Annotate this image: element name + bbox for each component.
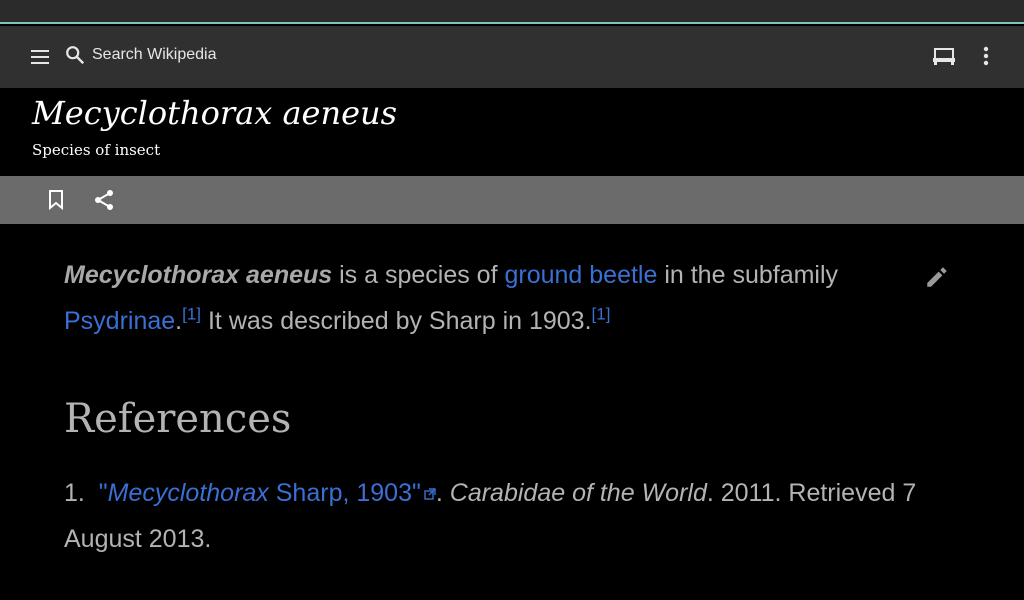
article-action-bar [0,176,1024,224]
quote-mark: " [411,479,421,507]
reference-link-text: Sharp, 1903 [268,479,412,507]
body-text: is a species of [332,261,505,289]
external-link-icon [424,488,436,501]
reference-link-italic: Mecyclothorax [107,479,269,507]
save-bookmark-button[interactable] [40,188,72,212]
lead-paragraph: Mecyclothorax aeneus is a species of gro… [64,252,924,344]
status-bar [0,0,1024,24]
share-button[interactable] [88,188,120,212]
article-body: Mecyclothorax aeneus is a species of gro… [64,252,964,344]
quote-mark: " [98,479,108,507]
reference-number: 1. [64,479,85,507]
references-heading: References [64,396,292,442]
references-list: 1. "Mecyclothorax Sharp, 1903". Carabida… [64,470,944,562]
page-description: Species of insect [32,141,161,159]
share-icon [95,190,113,210]
page-title: Mecyclothorax aeneus [32,94,398,132]
menu-button[interactable] [22,44,58,70]
article-subject: Mecyclothorax aeneus [64,261,333,289]
reference-source: Carabidae of the World [449,479,707,507]
link-psydrinae[interactable]: Psydrinae [64,307,175,335]
citation-link[interactable]: [1] [592,305,611,324]
bookmark-icon [49,190,63,210]
article-header: Mecyclothorax aeneus Species of insect [0,88,1024,176]
reading-lists-button[interactable] [928,42,960,70]
link-ground-beetle[interactable]: ground beetle [504,261,657,289]
reading-lists-icon [933,48,955,65]
hamburger-menu-icon [31,50,49,64]
reference-item: 1. "Mecyclothorax Sharp, 1903". Carabida… [64,470,944,562]
search-icon[interactable] [64,44,86,66]
body-text: in the subfamily [657,261,839,289]
top-toolbar: Search Wikipedia [0,26,1024,88]
citation-link[interactable]: [1] [182,305,201,324]
reference-separator: . [435,479,450,507]
overflow-menu-button[interactable] [972,42,1000,70]
search-input[interactable]: Search Wikipedia [92,46,217,64]
edit-pencil-icon[interactable] [924,264,950,290]
more-vertical-icon [983,46,989,66]
reference-link[interactable]: "Mecyclothorax Sharp, 1903" [99,479,436,507]
body-text: It was described by Sharp in 1903. [201,307,592,335]
